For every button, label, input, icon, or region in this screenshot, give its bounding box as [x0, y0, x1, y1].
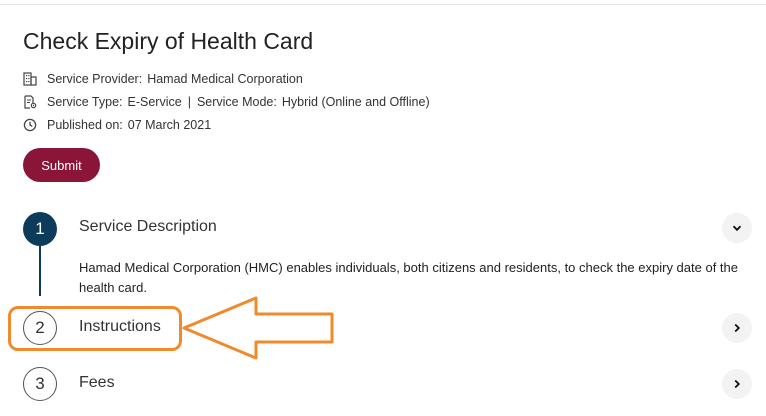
expand-toggle-fees[interactable]: [722, 369, 752, 399]
published-value: 07 March 2021: [127, 118, 212, 132]
mode-label: Service Mode:: [196, 95, 277, 109]
provider-value: Hamad Medical Corporation: [147, 72, 303, 86]
provider-label: Service Provider:: [47, 72, 143, 86]
document-gear-icon: [23, 95, 37, 109]
step-title-fees[interactable]: Fees: [79, 374, 115, 392]
expand-toggle-service-description[interactable]: [722, 213, 752, 243]
annotation-arrow-icon: [182, 296, 334, 360]
annotation-highlight-box: [8, 306, 182, 351]
type-value: E-Service: [127, 95, 182, 109]
published-label: Published on:: [47, 118, 123, 132]
page-title: Check Expiry of Health Card: [23, 28, 314, 54]
meta-separator: |: [187, 95, 191, 109]
chevron-right-icon: [734, 379, 741, 389]
service-type-row: Service Type: E-Service | Service Mode: …: [23, 95, 430, 109]
service-provider-row: Service Provider: Hamad Medical Corporat…: [23, 72, 303, 86]
service-description-text: Hamad Medical Corporation (HMC) enables …: [79, 260, 739, 295]
clock-icon: [23, 118, 37, 132]
step-title-service-description[interactable]: Service Description: [79, 218, 217, 236]
step-number-3: 3: [23, 367, 57, 401]
chevron-down-icon: [732, 225, 742, 232]
mode-value: Hybrid (Online and Offline): [281, 95, 430, 109]
chevron-right-icon: [734, 323, 741, 333]
type-label: Service Type:: [47, 95, 123, 109]
step-number-1: 1: [23, 212, 57, 246]
step-connector: [39, 246, 41, 296]
expand-toggle-instructions[interactable]: [722, 313, 752, 343]
published-row: Published on: 07 March 2021: [23, 118, 211, 132]
submit-button[interactable]: Submit: [23, 148, 100, 182]
building-icon: [23, 72, 37, 86]
top-divider: [0, 0, 766, 5]
